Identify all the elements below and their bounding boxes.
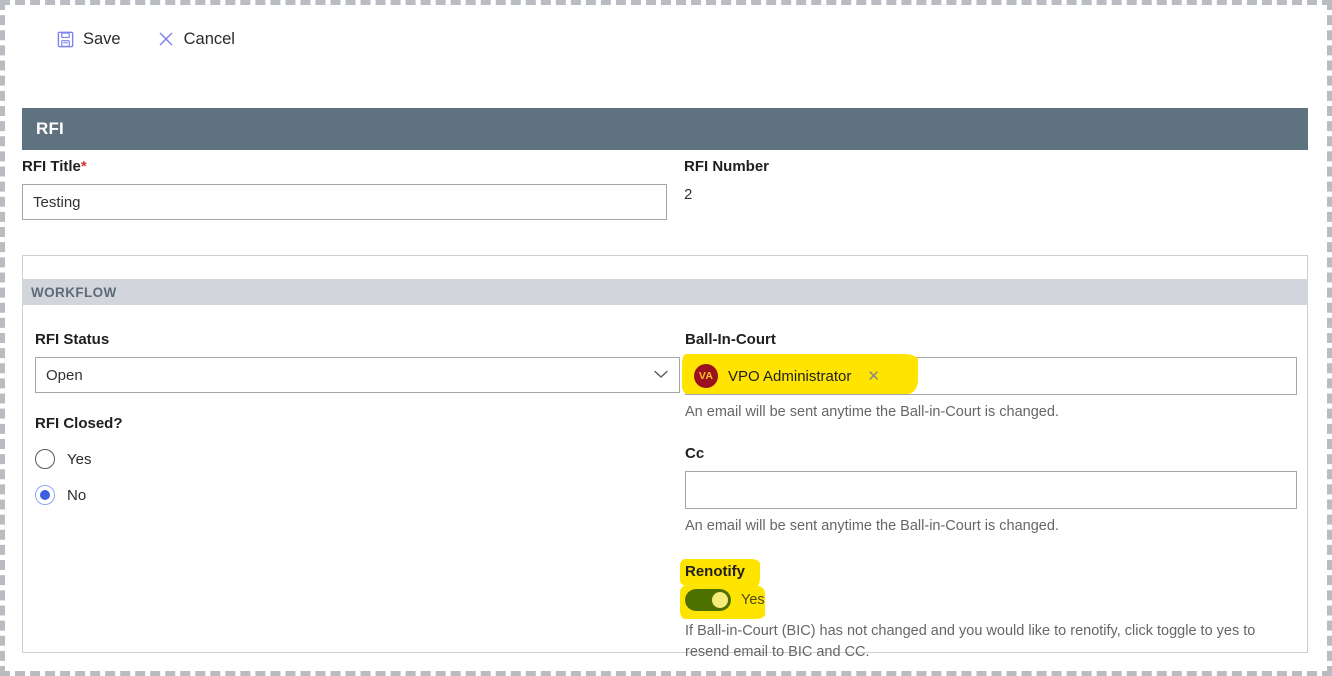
cancel-button-label: Cancel: [184, 31, 235, 48]
renotify-toggle[interactable]: [685, 589, 731, 611]
ball-in-court-person-chip[interactable]: VA VPO Administrator ✕: [690, 361, 888, 391]
rfi-title-label-text: RFI Title: [22, 158, 81, 175]
workflow-right-column: Ball-In-Court VA VPO Administrator ✕ An …: [685, 331, 1297, 663]
ball-in-court-helper-text: An email will be sent anytime the Ball-i…: [685, 402, 1297, 423]
save-button[interactable]: Save: [54, 26, 123, 52]
rfi-title-field-group: RFI Title*: [22, 158, 667, 220]
cc-input[interactable]: [685, 471, 1297, 509]
rfi-closed-group: RFI Closed? Yes No: [35, 415, 680, 505]
rfi-section-header: RFI: [22, 108, 1308, 150]
workflow-left-column: RFI Status Open RFI Closed? Yes No: [35, 331, 680, 505]
workflow-section-header: WORKFLOW: [22, 279, 1308, 305]
cc-helper-text: An email will be sent anytime the Ball-i…: [685, 516, 1297, 537]
rfi-title-input[interactable]: [22, 184, 667, 220]
rfi-top-form: RFI Title* RFI Number 2: [22, 158, 1308, 250]
command-bar: Save Cancel: [12, 12, 1308, 66]
required-marker: *: [81, 158, 87, 175]
rfi-title-label: RFI Title*: [22, 158, 667, 176]
workflow-section-title: WORKFLOW: [31, 285, 117, 300]
ball-in-court-person-name: VPO Administrator: [728, 368, 851, 385]
rfi-number-field-group: RFI Number 2: [684, 158, 1308, 205]
rfi-number-value: 2: [684, 184, 1308, 205]
ball-in-court-picker[interactable]: VA VPO Administrator ✕: [685, 357, 1297, 395]
workflow-body: RFI Status Open RFI Closed? Yes No: [22, 305, 1308, 653]
radio-checked-icon: [35, 485, 55, 505]
rfi-number-label: RFI Number: [684, 158, 1308, 176]
rfi-closed-option-yes[interactable]: Yes: [35, 449, 680, 469]
cc-label: Cc: [685, 445, 1297, 463]
rfi-closed-option-no-label: No: [67, 487, 86, 504]
renotify-helper-text: If Ball-in-Court (BIC) has not changed a…: [685, 621, 1285, 663]
ball-in-court-label: Ball-In-Court: [685, 331, 1297, 349]
rfi-status-label: RFI Status: [35, 331, 680, 349]
section-divider-strip: [22, 255, 1308, 279]
close-x-icon: [157, 30, 175, 48]
renotify-block: Renotify Yes If Ball-in-Court (BIC) has …: [685, 563, 1297, 663]
toggle-knob: [712, 592, 728, 608]
rfi-status-value: Open: [46, 367, 83, 384]
rfi-closed-option-yes-label: Yes: [67, 451, 91, 468]
rfi-closed-label: RFI Closed?: [35, 415, 680, 433]
save-button-label: Save: [83, 31, 121, 48]
radio-dot: [40, 490, 50, 500]
rfi-closed-option-no[interactable]: No: [35, 485, 680, 505]
renotify-label: Renotify: [685, 563, 1297, 580]
close-x-icon[interactable]: ✕: [867, 369, 880, 384]
renotify-toggle-state-label: Yes: [741, 592, 765, 608]
rfi-section-title: RFI: [36, 119, 64, 139]
cancel-button[interactable]: Cancel: [155, 26, 237, 52]
radio-unchecked-icon: [35, 449, 55, 469]
rfi-status-select-wrap: Open: [35, 357, 680, 393]
rfi-status-select[interactable]: Open: [35, 357, 680, 393]
renotify-toggle-row: Yes: [685, 588, 1297, 612]
avatar: VA: [694, 364, 718, 388]
save-floppy-icon: [56, 30, 74, 48]
